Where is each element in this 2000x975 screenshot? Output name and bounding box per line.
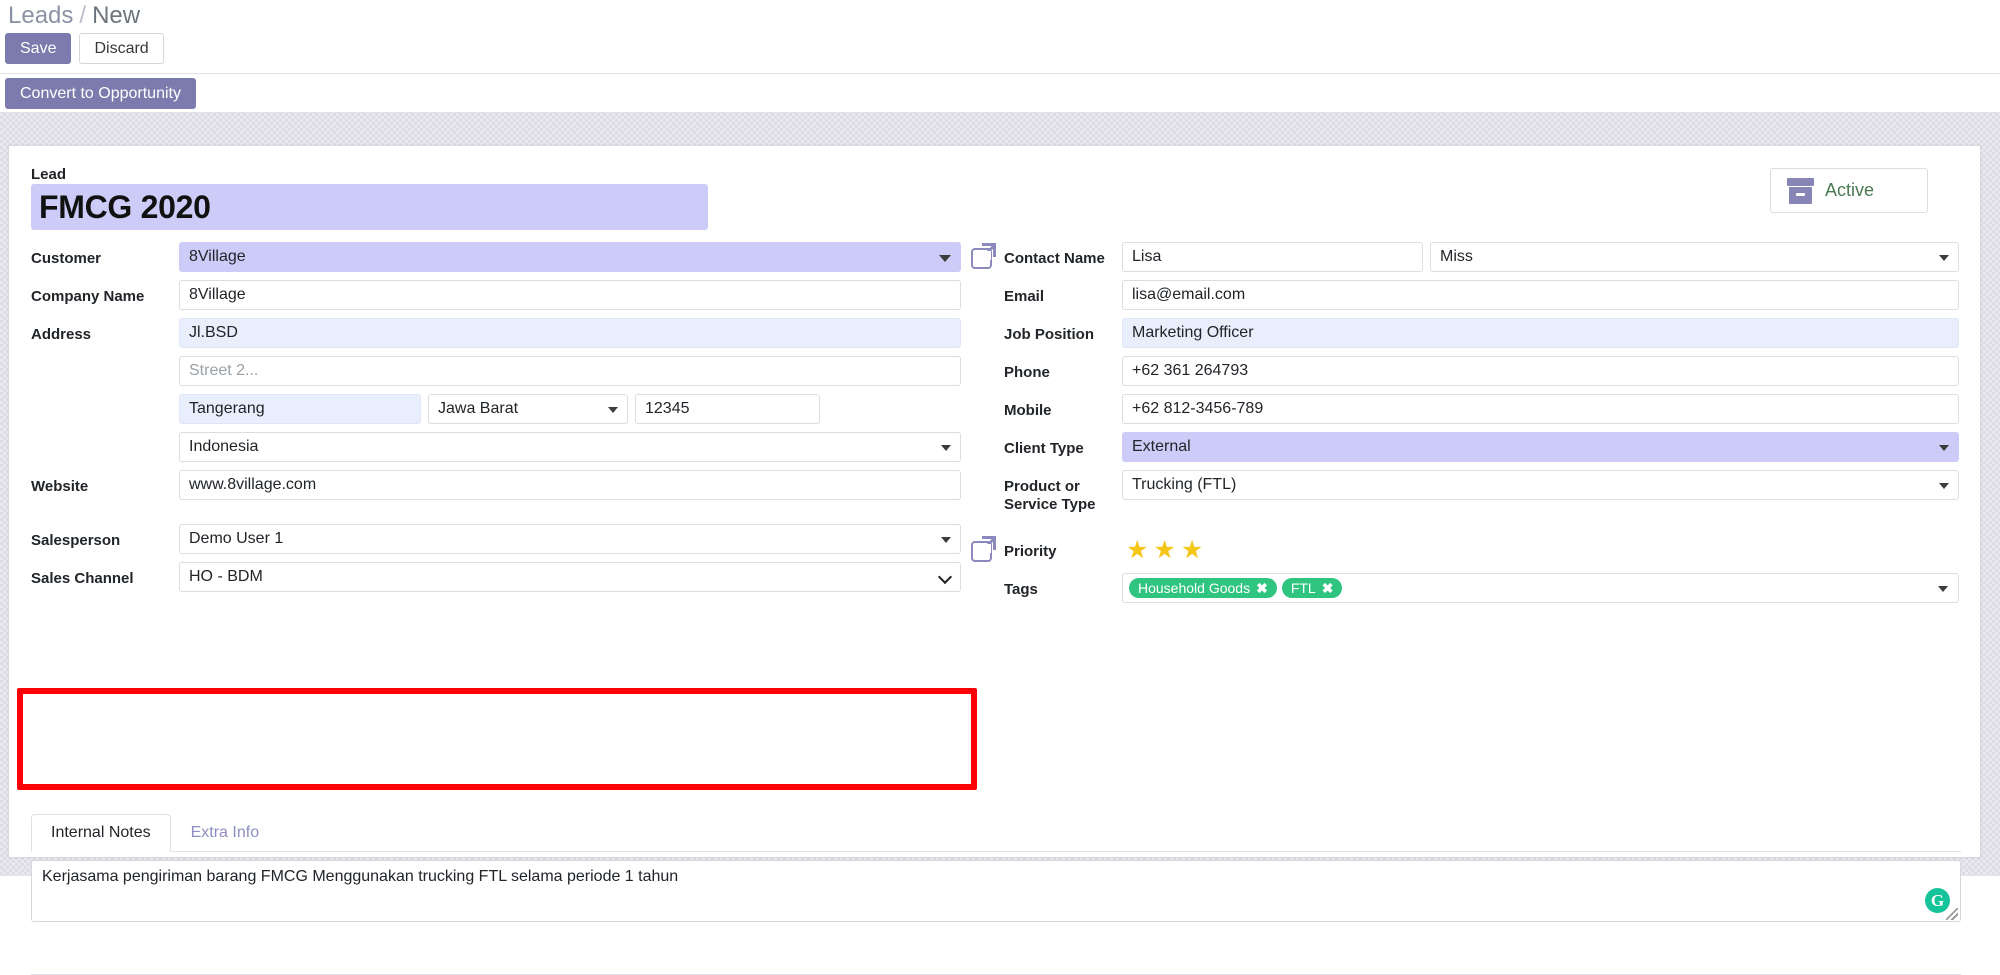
breadcrumb-leads[interactable]: Leads: [8, 2, 73, 29]
field-row-website: Website: [31, 470, 961, 500]
notebook: Internal Notes Extra Info Kerjasama peng…: [31, 814, 1961, 922]
lead-name-input[interactable]: FMCG 2020: [31, 184, 708, 230]
product-service-type-input[interactable]: [1122, 470, 1959, 500]
tag-label: FTL: [1290, 580, 1316, 597]
address-city-input[interactable]: [179, 394, 421, 424]
status-badge-label: Active: [1825, 180, 1875, 200]
salesperson-label: Salesperson: [31, 532, 121, 549]
archive-box-icon: [1787, 177, 1814, 204]
client-type-select-wrap: [1122, 432, 1959, 462]
field-row-priority: Priority ★ ★ ★: [969, 535, 1959, 565]
tags-input[interactable]: Household Goods ✖ FTL ✖: [1122, 573, 1959, 604]
right-column: Contact Name Email Job Position Phone: [969, 242, 1959, 611]
field-row-email: Email: [969, 280, 1959, 310]
resize-handle[interactable]: [1946, 908, 1958, 920]
sales-channel-label: Sales Channel: [31, 570, 134, 587]
tags-label: Tags: [1004, 581, 1038, 599]
discard-button[interactable]: Discard: [79, 33, 164, 64]
chevron-down-icon: [1938, 586, 1948, 593]
breadcrumb: Leads / New: [8, 2, 140, 30]
lead-field-label: Lead: [31, 166, 67, 183]
tab-extra-info[interactable]: Extra Info: [171, 814, 279, 851]
contact-title-input[interactable]: [1430, 242, 1959, 272]
field-row-tags: Tags Household Goods ✖ FTL ✖: [969, 573, 1959, 604]
highlight-annotation-box: [17, 688, 977, 790]
website-input[interactable]: [179, 470, 961, 500]
breadcrumb-current: New: [92, 2, 141, 29]
phone-label: Phone: [1004, 364, 1050, 381]
company-name-label: Company Name: [31, 288, 145, 305]
priority-stars[interactable]: ★ ★ ★: [1122, 535, 1203, 565]
external-link-icon[interactable]: [971, 536, 996, 563]
address-street2-input[interactable]: [179, 356, 961, 386]
job-position-input[interactable]: [1122, 318, 1959, 348]
control-panel: Leads / New Save Discard: [0, 0, 2000, 74]
sales-channel-select-wrap: [179, 562, 961, 592]
field-row-salesperson: Salesperson: [31, 524, 961, 554]
lead-name-value: FMCG 2020: [39, 188, 211, 225]
client-type-label: Client Type: [1004, 440, 1084, 457]
field-row-job-position: Job Position: [969, 318, 1959, 348]
star-icon[interactable]: ★: [1153, 537, 1175, 563]
job-position-label: Job Position: [1004, 326, 1094, 343]
address-country-select-wrap: [179, 432, 961, 462]
field-row-sales-channel: Sales Channel: [31, 562, 961, 592]
address-state-input[interactable]: [428, 394, 628, 424]
tag-remove-icon[interactable]: ✖: [1322, 581, 1334, 595]
email-label: Email: [1004, 288, 1045, 305]
salesperson-input[interactable]: [179, 524, 961, 554]
contact-name-input[interactable]: [1122, 242, 1423, 272]
website-label: Website: [31, 478, 89, 495]
address-zip-input[interactable]: [635, 394, 820, 424]
field-row-address: Address: [31, 318, 961, 462]
customer-label: Customer: [31, 250, 102, 267]
field-row-phone: Phone: [969, 356, 1959, 386]
field-row-mobile: Mobile: [969, 394, 1959, 424]
contact-title-select-wrap: [1430, 242, 1959, 272]
customer-select-wrap: [179, 242, 961, 272]
customer-input[interactable]: [179, 242, 961, 272]
product-service-type-label: Product or Service Type: [1004, 478, 1096, 513]
notebook-tabs: Internal Notes Extra Info: [31, 814, 1961, 852]
address-label: Address: [31, 326, 92, 343]
product-service-type-select-wrap: [1122, 470, 1959, 500]
field-row-product-service-type: Product or Service Type: [969, 470, 1959, 513]
internal-notes-text: Kerjasama pengiriman barang FMCG Menggun…: [42, 868, 679, 885]
sales-channel-input[interactable]: [179, 562, 961, 592]
phone-input[interactable]: [1122, 356, 1959, 386]
save-button[interactable]: Save: [5, 33, 72, 64]
action-bar: Convert to Opportunity: [0, 74, 2000, 113]
address-street-input[interactable]: [179, 318, 961, 348]
mobile-label: Mobile: [1004, 402, 1052, 419]
email-input[interactable]: [1122, 280, 1959, 310]
tag-chip[interactable]: FTL ✖: [1281, 578, 1343, 599]
tag-remove-icon[interactable]: ✖: [1256, 581, 1268, 595]
field-row-contact-name: Contact Name: [969, 242, 1959, 272]
left-column: Customer Company Name Address: [31, 242, 961, 600]
company-name-input[interactable]: [179, 280, 961, 310]
internal-notes-textarea[interactable]: Kerjasama pengiriman barang FMCG Menggun…: [31, 860, 1961, 922]
tag-chip[interactable]: Household Goods ✖: [1129, 578, 1277, 599]
address-country-input[interactable]: [179, 432, 961, 462]
control-panel-buttons: Save Discard: [5, 33, 164, 64]
external-link-icon[interactable]: [971, 243, 996, 269]
mobile-input[interactable]: [1122, 394, 1959, 424]
lead-form-sheet: Active Lead FMCG 2020 Customer Company N…: [8, 145, 1981, 975]
tag-label: Household Goods: [1138, 580, 1251, 597]
tab-internal-notes[interactable]: Internal Notes: [31, 814, 171, 852]
client-type-input[interactable]: [1122, 432, 1959, 462]
field-row-customer: Customer: [31, 242, 961, 272]
salesperson-select-wrap: [179, 524, 961, 554]
convert-to-opportunity-button[interactable]: Convert to Opportunity: [5, 78, 196, 109]
field-row-company-name: Company Name: [31, 280, 961, 310]
status-badge-active[interactable]: Active: [1770, 168, 1928, 213]
star-icon[interactable]: ★: [1181, 537, 1203, 563]
breadcrumb-separator: /: [79, 2, 87, 29]
field-row-client-type: Client Type: [969, 432, 1959, 462]
address-state-select-wrap: [428, 394, 628, 424]
star-icon[interactable]: ★: [1126, 537, 1148, 563]
